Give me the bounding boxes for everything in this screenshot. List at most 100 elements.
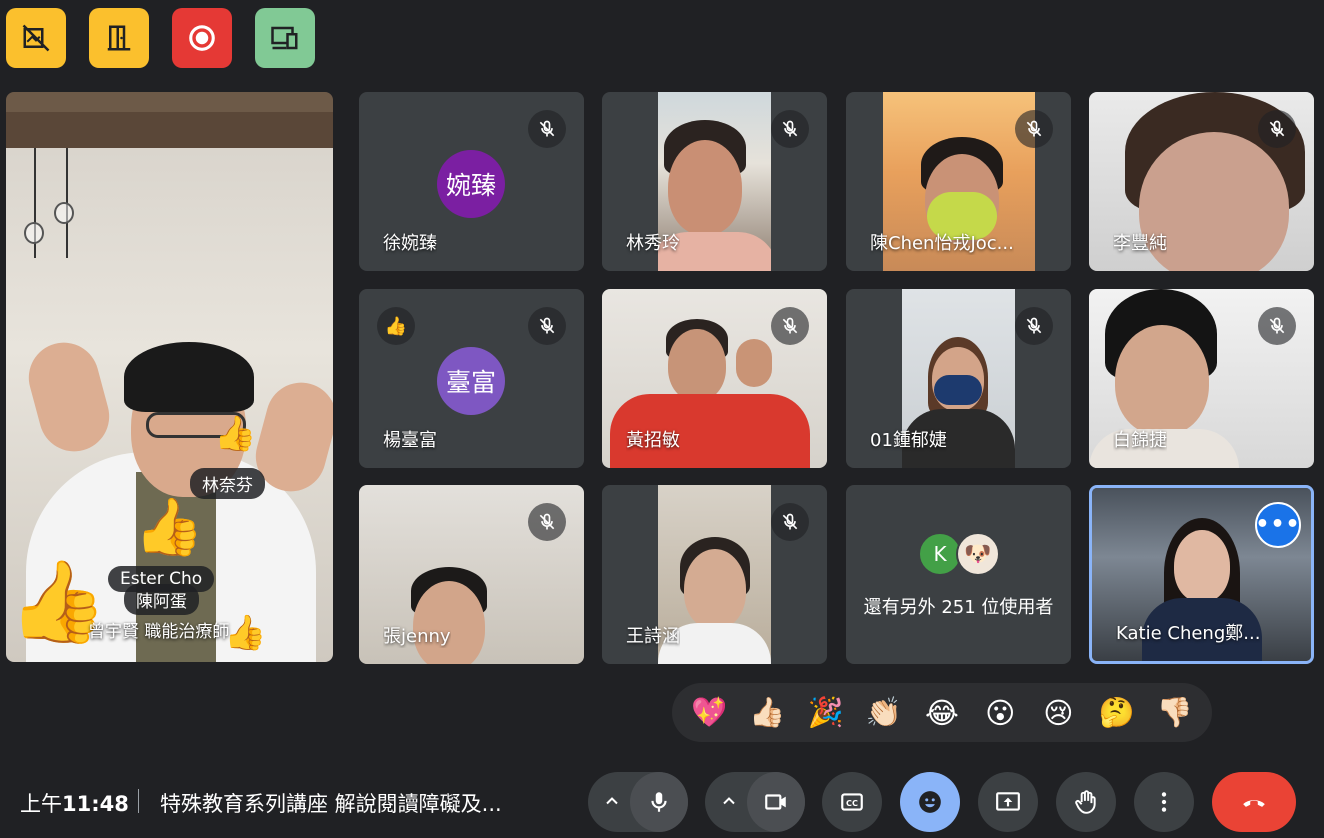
lamp-bulb (54, 202, 74, 224)
hand-icon (1075, 790, 1096, 814)
mic-off-icon (771, 503, 809, 541)
sad-reaction-button[interactable]: 😢 (1034, 689, 1082, 737)
others-tile[interactable]: K 🐶 還有另外 251 位使用者 (846, 485, 1071, 664)
participant-name: 01鍾郁婕 (870, 430, 947, 451)
mic-off-icon (771, 307, 809, 345)
participant-tile[interactable]: 黃招敏 (602, 289, 827, 468)
participant-tile[interactable]: 婉臻 徐婉臻 (359, 92, 584, 271)
reaction-bar: 💖 👍🏻 🎉 👏🏻 😂 😮 😢 🤔 👎🏻 (672, 683, 1212, 742)
host-controls (6, 8, 315, 68)
thinking-reaction-button[interactable]: 🤔 (1093, 689, 1141, 737)
microphone-button[interactable] (630, 772, 688, 832)
mask (934, 375, 982, 405)
videocam-icon (765, 794, 786, 810)
emoji-icon (919, 791, 941, 813)
more-actions-button[interactable] (1134, 772, 1194, 832)
participant-tile-self[interactable]: ••• Katie Cheng鄭... (1089, 485, 1314, 664)
leave-room-button[interactable] (89, 8, 149, 68)
participant-tile[interactable]: 李豐純 (1089, 92, 1314, 271)
pinned-speaker-video[interactable]: 👍 林奈芬 👍 Ester Cho 陳阿蛋 👍 👍 曾宇賢 職能治療師 (6, 92, 333, 662)
participant-name: 李豐純 (1113, 233, 1167, 254)
thumbs-up-icon: 👍 (377, 307, 415, 345)
speaker-name: 曾宇賢 職能治療師 (88, 622, 230, 642)
face (684, 549, 746, 629)
party-reaction-button[interactable]: 🎉 (802, 689, 850, 737)
record-button[interactable] (172, 8, 232, 68)
thumbs-up-reaction: 👍 (134, 495, 204, 560)
chevron-up-icon[interactable] (602, 791, 622, 811)
participant-tile[interactable]: 陳Chen怡戎Joc... (846, 92, 1071, 271)
participant-avatar: 臺富 (437, 347, 505, 415)
mic-off-icon (528, 307, 566, 345)
participant-name: 楊臺富 (383, 430, 437, 451)
participant-tile[interactable]: 白錦捷 (1089, 289, 1314, 468)
microphone-control[interactable] (588, 772, 688, 832)
host-lock-button[interactable] (6, 8, 66, 68)
devices-button[interactable] (255, 8, 315, 68)
present-screen-button[interactable] (978, 772, 1038, 832)
mic-off-icon (1258, 307, 1296, 345)
participant-name: 王詩涵 (626, 626, 680, 647)
laugh-reaction-button[interactable]: 😂 (918, 689, 966, 737)
others-count-label: 還有另外 251 位使用者 (863, 597, 1054, 618)
chevron-up-icon[interactable] (719, 791, 739, 811)
thumbs-up-reaction: 👍 (214, 414, 257, 454)
divider (138, 789, 139, 813)
participant-name: Katie Cheng鄭... (1116, 623, 1261, 644)
leave-call-button[interactable] (1212, 772, 1296, 832)
ceiling-beam (6, 112, 333, 148)
thumbs-up-reaction-button[interactable]: 👍🏻 (743, 689, 791, 737)
mic-off-icon (528, 503, 566, 541)
mic-off-icon (1015, 307, 1053, 345)
participant-tile[interactable]: 01鍾郁婕 (846, 289, 1071, 468)
participant-tile[interactable]: 張jenny (359, 485, 584, 664)
svg-text:CC: CC (846, 798, 858, 808)
lamp-bulb (24, 222, 44, 244)
heart-reaction-button[interactable]: 💖 (685, 689, 733, 737)
participant-tile[interactable]: 王詩涵 (602, 485, 827, 664)
clap-reaction-button[interactable]: 👏🏻 (860, 689, 908, 737)
time-value: 11:48 (62, 792, 129, 816)
face (668, 140, 742, 235)
participant-name: 徐婉臻 (383, 233, 437, 254)
mic-off-icon (528, 110, 566, 148)
left-hand (20, 334, 118, 460)
others-avatars: K 🐶 (918, 532, 1000, 576)
face (1174, 530, 1230, 602)
meeting-title: 特殊教育系列講座 解說閱讀障礙及... (160, 792, 502, 816)
camera-button[interactable] (747, 772, 805, 832)
face (1115, 325, 1209, 435)
closed-captions-icon: CC (841, 793, 863, 811)
participant-name: 林秀玲 (626, 233, 680, 254)
participant-tile[interactable]: 林秀玲 (602, 92, 827, 271)
present-to-all-icon (996, 792, 1020, 811)
face (668, 329, 726, 401)
more-horiz-icon: ••• (1255, 512, 1301, 537)
call-end-icon (1243, 800, 1265, 807)
camera-control[interactable] (705, 772, 805, 832)
record-icon (189, 25, 215, 51)
participant-name: 黃招敏 (626, 430, 680, 451)
time-prefix: 上午 (20, 792, 62, 816)
devices-icon (271, 26, 298, 50)
thumb-hand (736, 339, 772, 387)
door-icon (107, 25, 131, 51)
participant-name: 陳Chen怡戎Joc... (870, 233, 1014, 254)
mic-off-icon (771, 110, 809, 148)
lock-controls-icon (22, 24, 50, 52)
reaction-sender-label: 陳阿蛋 (124, 584, 199, 615)
raise-hand-button[interactable] (1056, 772, 1116, 832)
participant-name: 張jenny (383, 626, 451, 647)
reactions-button[interactable] (900, 772, 960, 832)
mic-off-icon (1015, 110, 1053, 148)
more-vert-icon (1161, 792, 1167, 812)
captions-button[interactable]: CC (822, 772, 882, 832)
surprised-reaction-button[interactable]: 😮 (976, 689, 1024, 737)
participant-avatar: 婉臻 (437, 150, 505, 218)
speaker-hair (124, 342, 254, 412)
dog-avatar-icon: 🐶 (956, 532, 1000, 576)
more-options-button[interactable]: ••• (1255, 502, 1301, 548)
microphone-icon (651, 792, 667, 812)
participant-tile[interactable]: 👍 臺富 楊臺富 (359, 289, 584, 468)
thumbs-down-reaction-button[interactable]: 👎🏻 (1151, 689, 1199, 737)
